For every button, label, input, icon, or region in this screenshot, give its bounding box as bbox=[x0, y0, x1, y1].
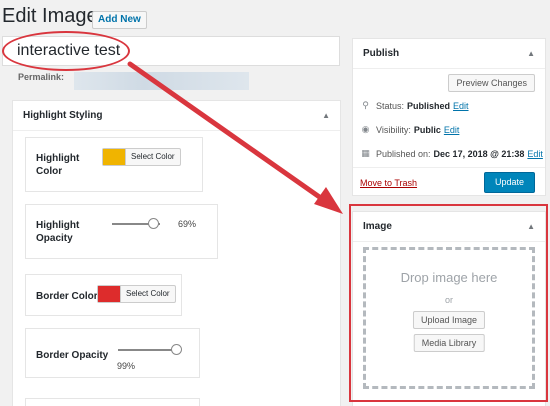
publish-header[interactable]: Publish ▲ bbox=[353, 39, 545, 69]
highlight-opacity-row: Highlight Opacity 69% bbox=[25, 204, 218, 259]
published-on-value: Dec 17, 2018 @ 21:38 bbox=[433, 148, 525, 159]
eye-icon: ◉ bbox=[361, 124, 370, 134]
border-color-row: Border Color Select Color bbox=[25, 274, 182, 316]
status-label: Status: bbox=[376, 100, 405, 111]
published-on-row: ▦ Published on: Dec 17, 2018 @ 21:38 Edi… bbox=[360, 148, 543, 159]
highlight-color-picker[interactable]: Select Color bbox=[102, 148, 181, 166]
calendar-icon: ▦ bbox=[361, 148, 370, 158]
published-on-label: Published on: bbox=[376, 148, 431, 159]
add-new-button[interactable]: Add New bbox=[92, 11, 147, 29]
status-value: Published bbox=[407, 100, 451, 111]
highlight-opacity-value: 69% bbox=[178, 219, 197, 229]
visibility-label: Visibility: bbox=[376, 124, 411, 135]
publish-box: Publish ▲ Preview Changes ⚲ Status: Publ… bbox=[352, 38, 546, 196]
border-opacity-label: Border Opacity bbox=[36, 350, 109, 361]
preview-changes-button[interactable]: Preview Changes bbox=[448, 74, 535, 92]
highlight-color-row: Highlight Color Select Color bbox=[25, 137, 203, 192]
status-edit-link[interactable]: Edit bbox=[453, 101, 469, 111]
border-opacity-slider-track[interactable] bbox=[118, 349, 176, 351]
border-opacity-slider-handle[interactable] bbox=[171, 344, 182, 355]
highlight-styling-title: Highlight Styling bbox=[23, 110, 103, 121]
collapse-caret-icon[interactable]: ▲ bbox=[527, 49, 535, 58]
page-title: Edit Image bbox=[2, 5, 98, 27]
border-opacity-row: Border Opacity 99% bbox=[25, 328, 200, 378]
border-color-picker[interactable]: Select Color bbox=[97, 285, 176, 303]
visibility-row: ◉ Visibility: Public Edit bbox=[360, 124, 460, 135]
border-opacity-value: 99% bbox=[117, 361, 136, 371]
visibility-value: Public bbox=[413, 124, 441, 135]
pin-icon: ⚲ bbox=[362, 100, 369, 110]
collapse-caret-icon[interactable]: ▲ bbox=[322, 111, 330, 120]
permalink-url-blurred[interactable] bbox=[74, 72, 249, 90]
visibility-edit-link[interactable]: Edit bbox=[444, 125, 460, 135]
highlight-opacity-slider-handle[interactable] bbox=[148, 218, 159, 229]
published-on-edit-link[interactable]: Edit bbox=[527, 149, 543, 159]
next-row-partial bbox=[25, 398, 200, 406]
border-select-color-text: Select Color bbox=[120, 286, 175, 302]
annotation-ellipse bbox=[2, 31, 130, 71]
border-color-label: Border Color bbox=[36, 291, 98, 302]
publish-title: Publish bbox=[363, 48, 400, 59]
highlight-color-swatch bbox=[103, 149, 125, 165]
highlight-styling-box: Highlight Styling ▲ Highlight Color Sele… bbox=[12, 100, 341, 406]
move-to-trash-link[interactable]: Move to Trash bbox=[360, 178, 417, 188]
border-color-swatch bbox=[98, 286, 120, 302]
permalink-label: Permalink: bbox=[18, 72, 65, 82]
update-button[interactable]: Update bbox=[483, 172, 535, 193]
highlight-select-color-text: Select Color bbox=[125, 149, 180, 165]
status-row: ⚲ Status: Published Edit bbox=[360, 100, 469, 111]
annotation-rectangle bbox=[349, 204, 548, 402]
highlight-color-label: Highlight Color bbox=[36, 153, 80, 177]
highlight-styling-header[interactable]: Highlight Styling ▲ bbox=[13, 101, 340, 131]
divider bbox=[353, 167, 545, 168]
highlight-opacity-label: Highlight Opacity bbox=[36, 220, 80, 244]
